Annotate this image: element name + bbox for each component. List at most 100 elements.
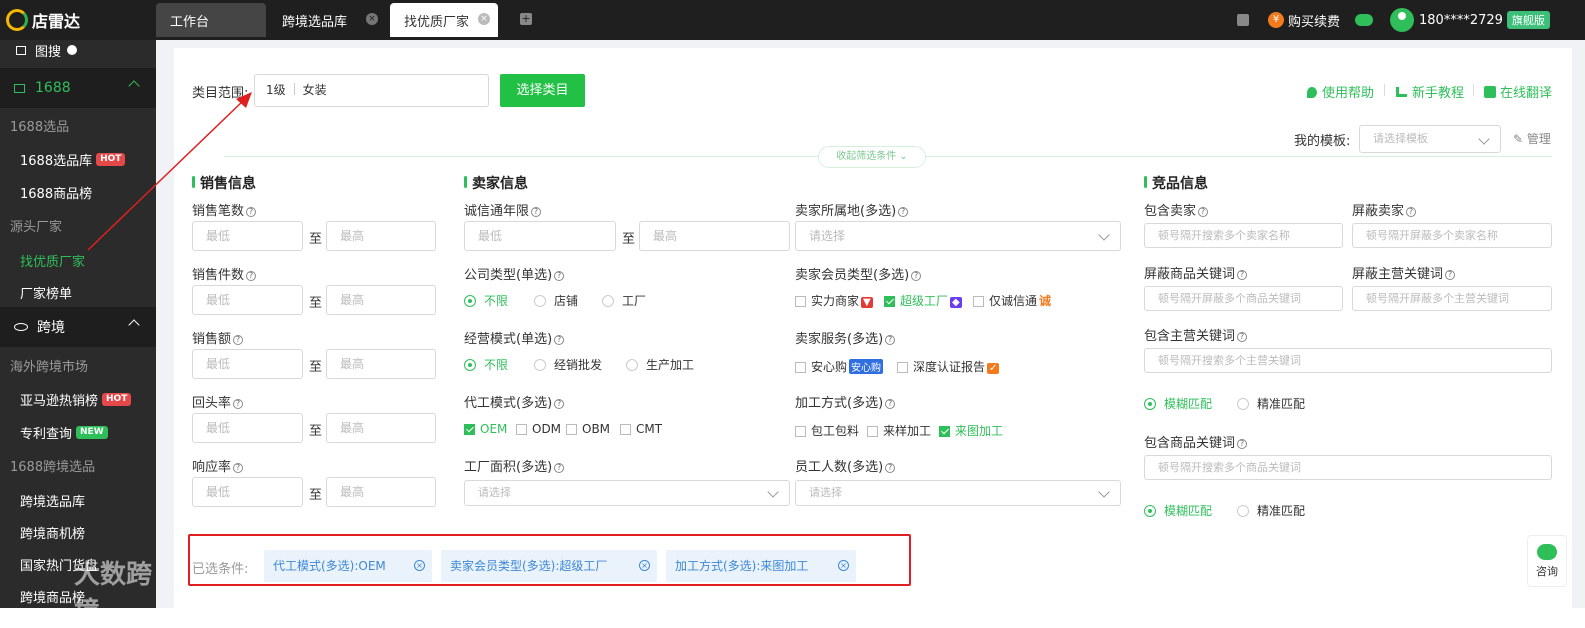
sales-count-max[interactable]: 最高 — [326, 221, 436, 251]
category-level: 1级 — [266, 83, 286, 97]
field-label: 加工方式(多选)? — [795, 392, 896, 411]
member-super-factory[interactable]: 超级工厂 ◆ — [884, 292, 962, 309]
close-icon[interactable]: × — [478, 13, 490, 25]
checkbox-icon — [795, 296, 806, 307]
process-sample[interactable]: 来样加工 — [867, 422, 931, 439]
renew-button[interactable]: ¥ 购买续费 — [1268, 0, 1340, 40]
sidebar-item-amazon[interactable]: 亚马逊热销榜 HOT — [0, 383, 156, 415]
sidebar-item-cross-opportunity[interactable]: 跨境商机榜 — [0, 516, 156, 548]
company-type-factory[interactable]: 工厂 — [602, 292, 646, 309]
sidebar-label: 图搜 — [35, 44, 62, 60]
return-rate-max[interactable]: 最高 — [326, 413, 436, 443]
response-rate-min[interactable]: 最低 — [192, 477, 303, 507]
years-max[interactable]: 最高 — [639, 221, 790, 251]
logo-icon — [6, 9, 28, 31]
sidebar-item-find-factory[interactable]: 找优质厂家 — [0, 244, 156, 276]
help-icon: ? — [531, 207, 542, 217]
chart-icon — [1396, 87, 1407, 97]
product-fuzzy-match[interactable]: 模糊匹配 — [1144, 502, 1212, 519]
tutorial-link[interactable]: 新手教程 — [1396, 82, 1464, 101]
sales-qty-max[interactable]: 最高 — [326, 285, 436, 315]
download-icon[interactable] — [1237, 0, 1249, 40]
user-menu[interactable]: 180****2729 旗舰版 — [1390, 0, 1550, 40]
block-main-input[interactable]: 顿号隔开屏蔽多个主营关键词 — [1352, 286, 1552, 311]
field-label: 屏蔽主营关键词? — [1352, 263, 1456, 282]
process-drawing[interactable]: 来图加工 — [939, 422, 1003, 439]
member-tp-only[interactable]: 仅诚信通诚 — [973, 292, 1051, 309]
block-product-input[interactable]: 顿号隔开屏蔽多个商品关键词 — [1144, 286, 1343, 311]
add-tab-icon[interactable]: + — [520, 13, 532, 25]
to-label: 至 — [309, 424, 323, 439]
include-main-input[interactable]: 顿号隔开搜索多个主营关键词 — [1144, 348, 1552, 373]
template-placeholder: 请选择模板 — [1373, 132, 1428, 145]
biz-mode-manufacture[interactable]: 生产加工 — [626, 356, 694, 373]
years-min[interactable]: 最低 — [464, 221, 616, 251]
return-rate-min[interactable]: 最低 — [192, 413, 303, 443]
wechat-icon — [1537, 544, 1557, 560]
app-logo[interactable]: 店雷达 — [6, 8, 80, 32]
sales-amount-max[interactable]: 最高 — [326, 349, 436, 379]
close-icon[interactable]: × — [366, 13, 378, 25]
collapse-filters-button[interactable]: 收起筛选条件 ⌄ — [818, 146, 926, 168]
process-full[interactable]: 包工包料 — [795, 422, 859, 439]
sidebar-item-patent[interactable]: 专利查询 NEW — [0, 416, 156, 448]
category-input[interactable]: 1级 女装 — [254, 74, 489, 107]
help-icon: ? — [554, 271, 565, 281]
product-exact-match[interactable]: 精准匹配 — [1237, 502, 1305, 519]
tab-label: 跨境选品库 — [282, 14, 348, 30]
help-icon: ? — [1406, 207, 1417, 217]
select-category-button[interactable]: 选择类目 — [500, 74, 585, 107]
biz-mode-any[interactable]: 不限 — [464, 356, 508, 373]
block-seller-input[interactable]: 顿号隔开屏蔽多个卖家名称 — [1352, 223, 1552, 248]
help-icon: ? — [1237, 332, 1248, 342]
oem-option-oem[interactable]: OEM — [464, 422, 507, 436]
sidebar-item-factory-rank[interactable]: 厂家榜单 — [0, 276, 156, 308]
sidebar-group-1688[interactable]: 1688 — [0, 68, 156, 108]
oem-option-cmt[interactable]: CMT — [620, 422, 662, 436]
main-exact-match[interactable]: 精准匹配 — [1237, 395, 1305, 412]
member-strong[interactable]: 实力商家 ▼ — [795, 292, 873, 309]
response-rate-max[interactable]: 最高 — [326, 477, 436, 507]
sidebar-item-cross-library[interactable]: 跨境选品库 — [0, 484, 156, 516]
help-icon: ? — [554, 335, 565, 345]
sidebar-item-image-search[interactable]: 图搜 — [0, 40, 156, 60]
oem-option-odm[interactable]: ODM — [516, 422, 561, 436]
tab-workbench[interactable]: 工作台 — [156, 3, 266, 37]
sidebar-item-1688-library[interactable]: 1688选品库 HOT — [0, 143, 156, 175]
sales-qty-min[interactable]: 最低 — [192, 285, 303, 315]
section-title-seller: 卖家信息 — [464, 173, 528, 193]
oem-option-obm[interactable]: OBM — [566, 422, 610, 436]
service-deep-report[interactable]: 深度认证报告 ✓ — [897, 358, 1000, 375]
biz-mode-wholesale[interactable]: 经销批发 — [534, 356, 602, 373]
factory-area-select[interactable]: 请选择 — [464, 480, 790, 506]
help-icon: ? — [1237, 439, 1248, 449]
tab-cross-border-library[interactable]: 跨境选品库 × — [268, 3, 386, 37]
consult-button[interactable]: 咨询 — [1527, 535, 1567, 587]
main-fuzzy-match[interactable]: 模糊匹配 — [1144, 395, 1212, 412]
field-label: 经营模式(单选)? — [464, 328, 565, 347]
hot-badge: HOT — [102, 392, 132, 406]
anxingou-icon: 安心购 — [849, 359, 884, 374]
sidebar-label: 专利查询 — [20, 426, 73, 442]
include-product-input[interactable]: 顿号隔开搜索多个商品关键词 — [1144, 455, 1552, 480]
service-anxingou[interactable]: 安心购 安心购 — [795, 358, 884, 375]
sales-amount-min[interactable]: 最低 — [192, 349, 303, 379]
app-name: 店雷达 — [32, 12, 81, 31]
radio-icon — [626, 359, 638, 371]
sidebar-group-cross-border[interactable]: 跨境 — [0, 307, 156, 347]
checkbox-icon — [566, 424, 577, 435]
sales-count-min[interactable]: 最低 — [192, 221, 303, 251]
template-select[interactable]: 请选择模板 — [1359, 125, 1501, 153]
tab-find-factory[interactable]: 找优质厂家 × — [390, 3, 498, 37]
company-type-any[interactable]: 不限 — [464, 292, 508, 309]
translate-link[interactable]: 在线翻译 — [1484, 82, 1552, 101]
include-seller-input[interactable]: 顿号隔开搜索多个卖家名称 — [1144, 223, 1343, 248]
cloud-download-icon[interactable] — [1355, 0, 1373, 40]
company-type-shop[interactable]: 店铺 — [534, 292, 578, 309]
manage-button[interactable]: ✎ 管理 — [1513, 130, 1551, 147]
help-link[interactable]: 使用帮助 — [1307, 82, 1374, 101]
region-select[interactable]: 请选择 — [795, 221, 1121, 251]
field-label: 诚信通年限? — [464, 200, 542, 219]
staff-count-select[interactable]: 请选择 — [795, 480, 1121, 506]
sidebar-item-1688-rank[interactable]: 1688商品榜 — [0, 176, 156, 208]
